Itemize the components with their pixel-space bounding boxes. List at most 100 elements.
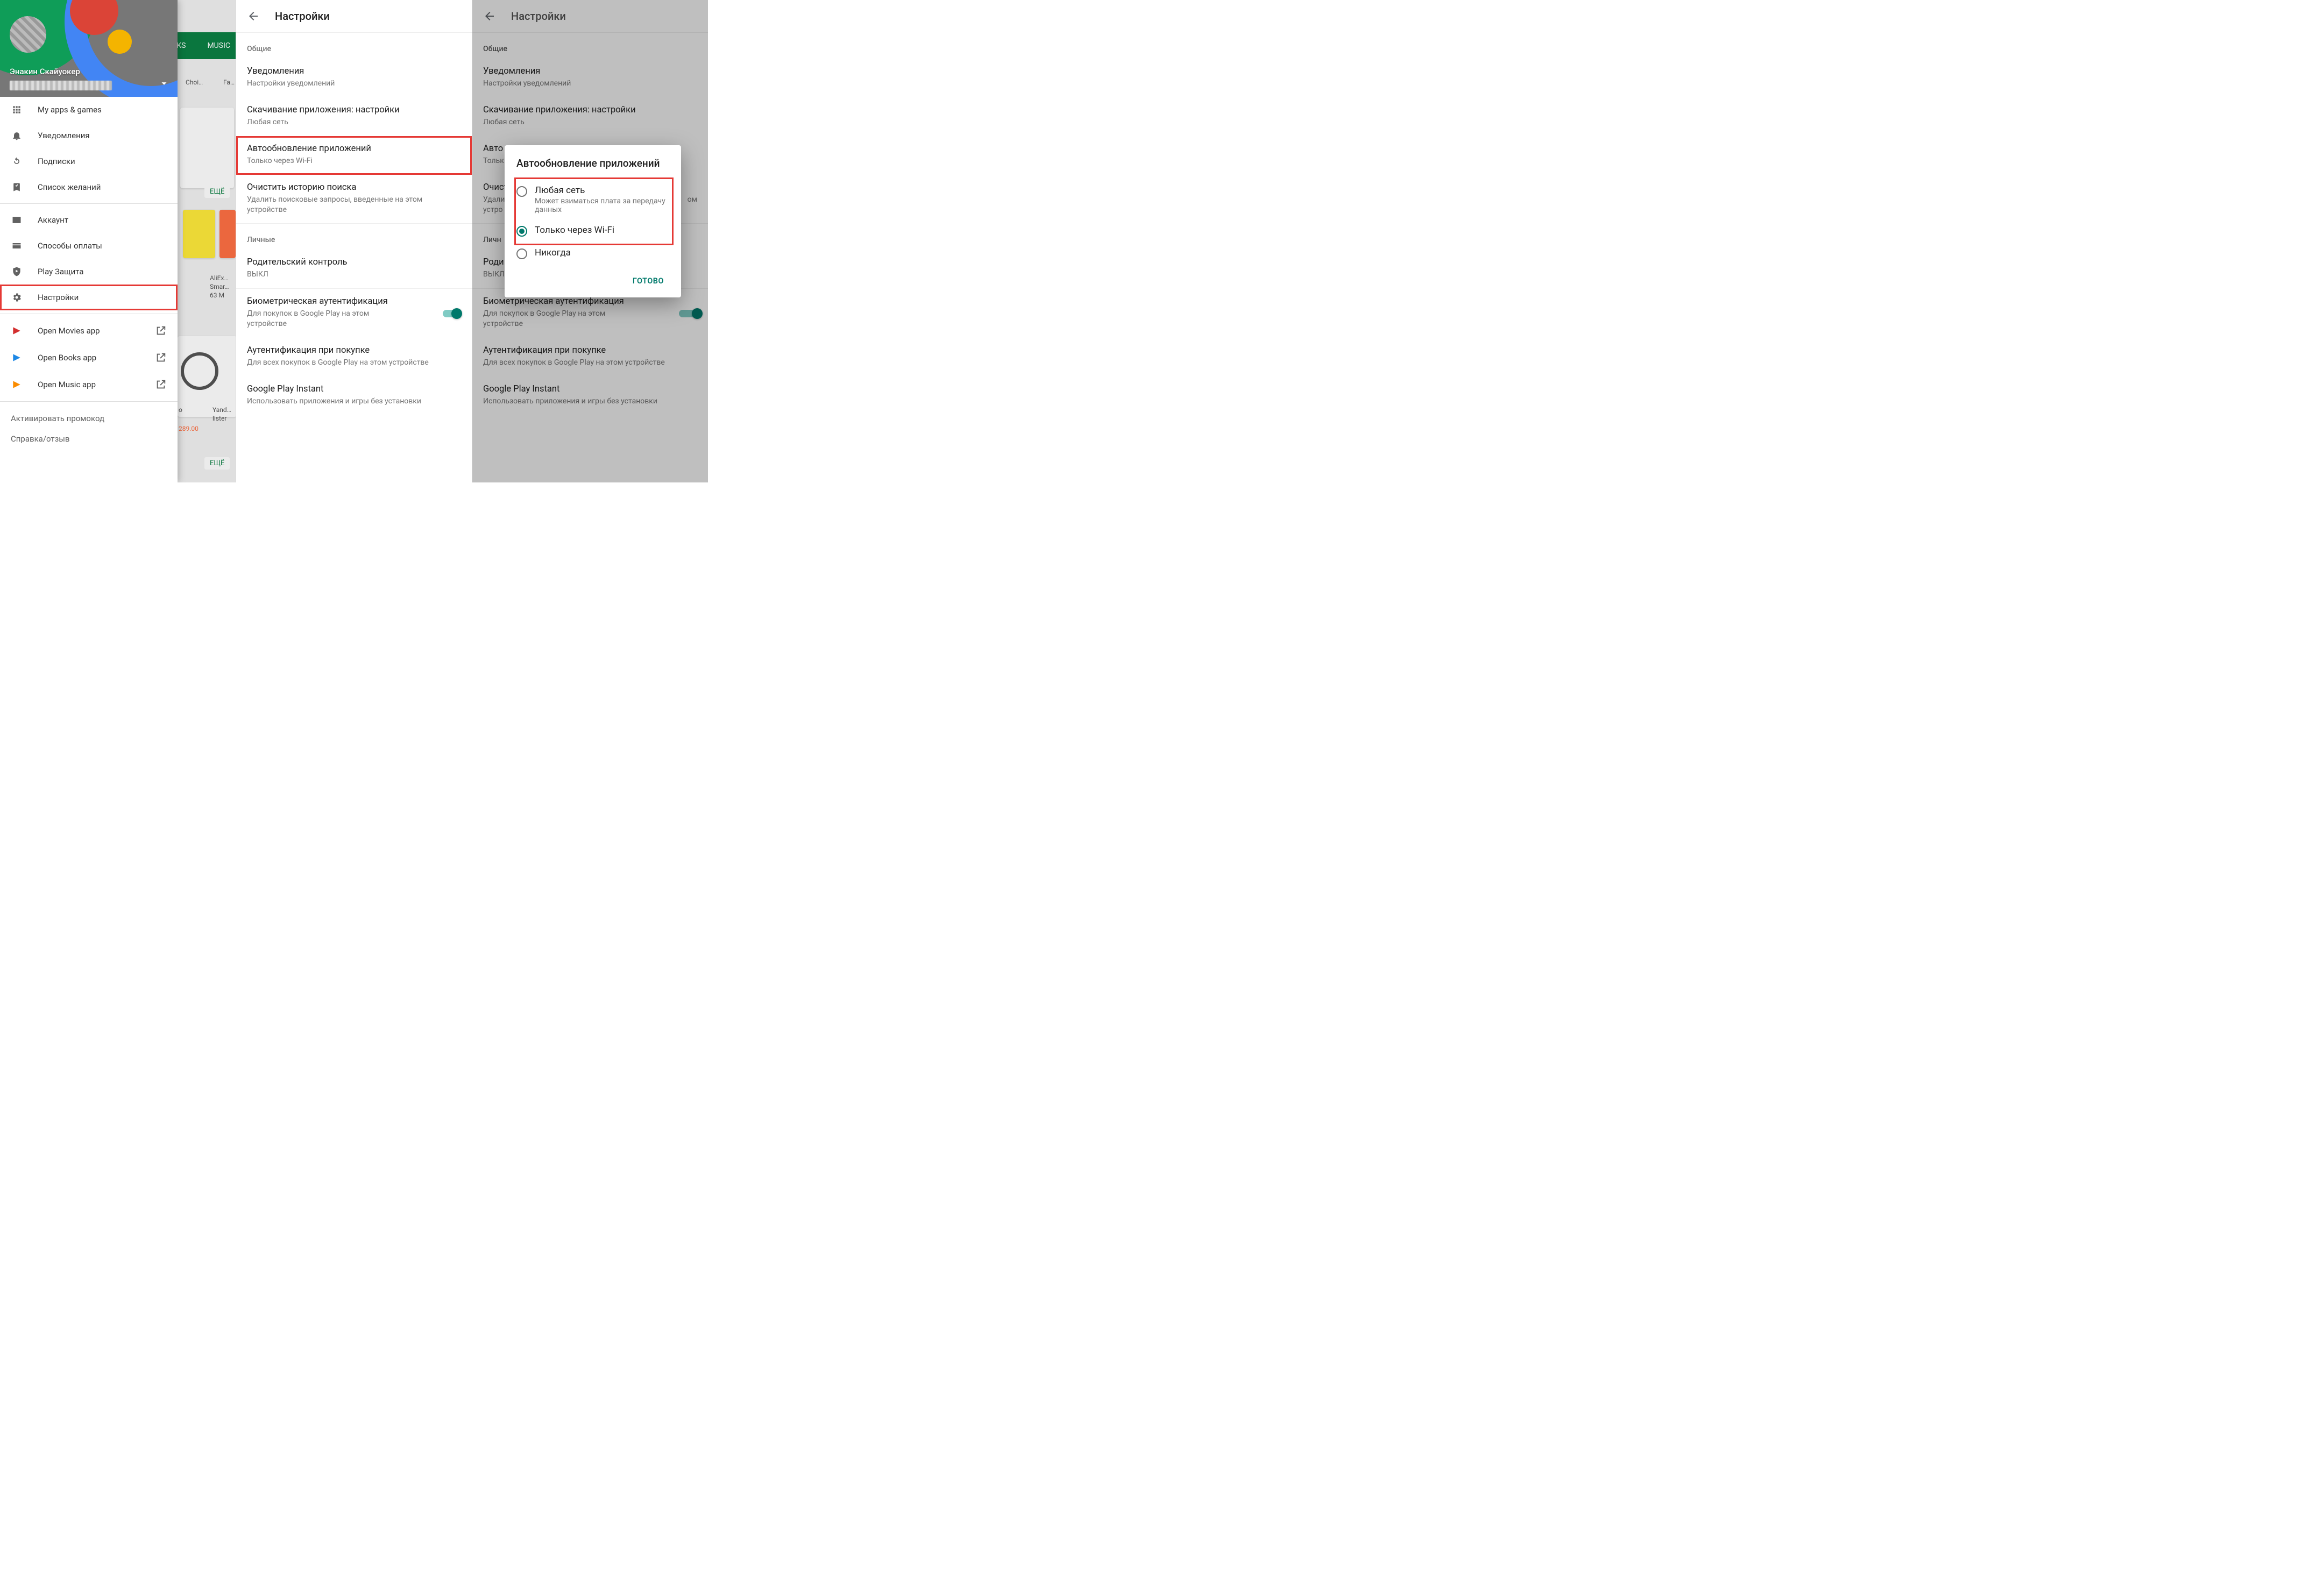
setting-instant: Google Play Instant Использовать приложе… (472, 376, 708, 415)
setting-subtitle: Использовать приложения и игры без устан… (247, 396, 461, 407)
drawer-item-payment[interactable]: Способы оплаты (0, 233, 178, 259)
drawer-item-books-app[interactable]: Open Books app (0, 344, 178, 371)
tab-books: KS (176, 41, 186, 50)
radio-sublabel: Может взиматься плата за передачу данных (535, 197, 669, 214)
more-badge-2: ЕЩЁ (204, 457, 230, 470)
bg-card (180, 108, 234, 188)
section-general: Общие (236, 33, 472, 59)
bg-card-2 (178, 336, 236, 417)
tab-music: MUSIC (207, 41, 230, 50)
account-icon (11, 215, 23, 225)
play-music-icon (11, 379, 23, 390)
launch-icon (155, 325, 167, 337)
setting-purchase-auth: Аутентификация при покупке Для всех поку… (472, 338, 708, 376)
drawer-list: My apps & games Уведомления Подписки Спи… (0, 97, 178, 482)
setting-title: Google Play Instant (247, 384, 461, 394)
setting-title: Родительский контроль (247, 257, 461, 267)
setting-title: Уведомления (247, 66, 461, 76)
setting-download-pref[interactable]: Скачивание приложения: настройки Любая с… (236, 97, 472, 136)
drawer-item-subscriptions[interactable]: Подписки (0, 148, 178, 174)
drawer-item-label: Open Books app (38, 353, 96, 363)
setting-subtitle: ВЫКЛ (247, 269, 461, 280)
back-icon[interactable] (247, 10, 260, 23)
setting-notifications[interactable]: Уведомления Настройки уведомлений (236, 59, 472, 97)
card-icon (11, 240, 23, 251)
page-title: Настройки (511, 10, 566, 23)
bg-app-aliexpress (219, 210, 236, 258)
drawer-item-music-app[interactable]: Open Music app (0, 371, 178, 398)
setting-auto-update[interactable]: Автообновление приложений Только через W… (236, 136, 472, 175)
toggle-switch (678, 308, 698, 319)
bg-app-snapchat (183, 210, 215, 258)
radio-any-network[interactable]: Любая сеть Может взиматься плата за пере… (516, 180, 669, 219)
drawer-item-label: Open Music app (38, 380, 96, 389)
launch-icon (155, 379, 167, 390)
bookmark-icon (11, 182, 23, 193)
divider (0, 401, 178, 402)
drawer-item-label: Open Movies app (38, 326, 100, 336)
done-button[interactable]: ГОТОВО (627, 272, 669, 290)
drawer-item-label: Настройки (38, 293, 79, 302)
drawer-item-my-apps[interactable]: My apps & games (0, 97, 178, 123)
setting-subtitle: Для покупок в Google Play на этом устрой… (247, 309, 408, 329)
drawer-item-account[interactable]: Аккаунт (0, 207, 178, 233)
drawer-item-label: Аккаунт (38, 215, 68, 225)
setting-instant[interactable]: Google Play Instant Использовать приложе… (236, 376, 472, 415)
setting-subtitle: Любая сеть (247, 117, 461, 127)
drawer-item-notifications[interactable]: Уведомления (0, 123, 178, 148)
shield-icon (11, 266, 23, 277)
radio-never[interactable]: Никогда (516, 242, 669, 265)
divider (0, 203, 178, 204)
user-name: Энакин Скайуокер (10, 67, 80, 76)
bell-icon (11, 130, 23, 141)
drawer-item-label: Play Защита (38, 267, 83, 276)
drawer-item-label: Способы оплаты (38, 241, 102, 251)
screenshot-settings: Настройки Общие Уведомления Настройки ув… (236, 0, 472, 482)
setting-download-pref: Скачивание приложения: настройки Любая с… (472, 97, 708, 136)
setting-subtitle: Настройки уведомлений (247, 79, 461, 89)
bg-label-price: 289.00 (179, 425, 199, 432)
drawer-item-movies-app[interactable]: Open Movies app (0, 317, 178, 344)
screenshot-dialog: Настройки Общие Уведомления Настройки ув… (472, 0, 708, 482)
drawer-item-label: My apps & games (38, 105, 102, 115)
radio-icon (516, 248, 527, 259)
drawer-item-promo[interactable]: Активировать промокод (0, 405, 178, 432)
radio-wifi-only[interactable]: Только через Wi-Fi (516, 219, 669, 242)
drawer-item-label: Подписки (38, 157, 75, 166)
drawer-item-label: Список желаний (38, 182, 101, 192)
setting-subtitle: Только через Wi-Fi (247, 156, 461, 166)
setting-subtitle: Для всех покупок в Google Play на этом у… (247, 358, 461, 368)
bg-label-size: 63 M (210, 292, 224, 299)
bg-label-aliex: AliEx… (210, 274, 228, 282)
appbar: Настройки (472, 0, 708, 32)
radio-label: Только через Wi-Fi (535, 225, 614, 236)
chevron-down-icon[interactable] (158, 77, 170, 89)
page-title: Настройки (275, 10, 330, 23)
drawer-item-help[interactable]: Справка/отзыв (0, 432, 178, 452)
toggle-switch[interactable] (442, 308, 462, 319)
setting-parental[interactable]: Родительский контроль ВЫКЛ (236, 250, 472, 288)
radio-icon-checked (516, 226, 527, 237)
drawer-header[interactable]: Энакин Скайуокер (0, 0, 178, 97)
drawer-item-play-protect[interactable]: Play Защита (0, 259, 178, 285)
setting-biometric[interactable]: Биометрическая аутентификация Для покупо… (236, 289, 472, 338)
refresh-icon (11, 156, 23, 167)
drawer-item-wishlist[interactable]: Список желаний (0, 174, 178, 200)
setting-title: Автообновление приложений (247, 144, 461, 154)
radio-icon (516, 186, 527, 197)
drawer-item-settings[interactable]: Настройки (0, 285, 178, 310)
bg-label-yand: Yand… (212, 406, 231, 414)
avatar[interactable] (10, 16, 46, 53)
radio-label: Любая сеть (535, 185, 669, 196)
setting-clear-search[interactable]: Очистить историю поиска Удалить поисковы… (236, 175, 472, 224)
gear-icon (11, 292, 23, 303)
play-books-icon (11, 352, 23, 363)
setting-purchase-auth[interactable]: Аутентификация при покупке Для всех поку… (236, 338, 472, 376)
play-movies-icon (11, 325, 23, 336)
apps-icon (11, 104, 23, 115)
screenshot-drawer: KS MUSIC Choi… Fa… ЕЩЁ AliEx… Smar… 63 M… (0, 0, 236, 482)
radio-label: Никогда (535, 247, 571, 258)
drawer-item-label: Уведомления (38, 131, 90, 140)
setting-notifications: Уведомления Настройки уведомлений (472, 59, 708, 97)
setting-title: Биометрическая аутентификация (247, 296, 461, 307)
